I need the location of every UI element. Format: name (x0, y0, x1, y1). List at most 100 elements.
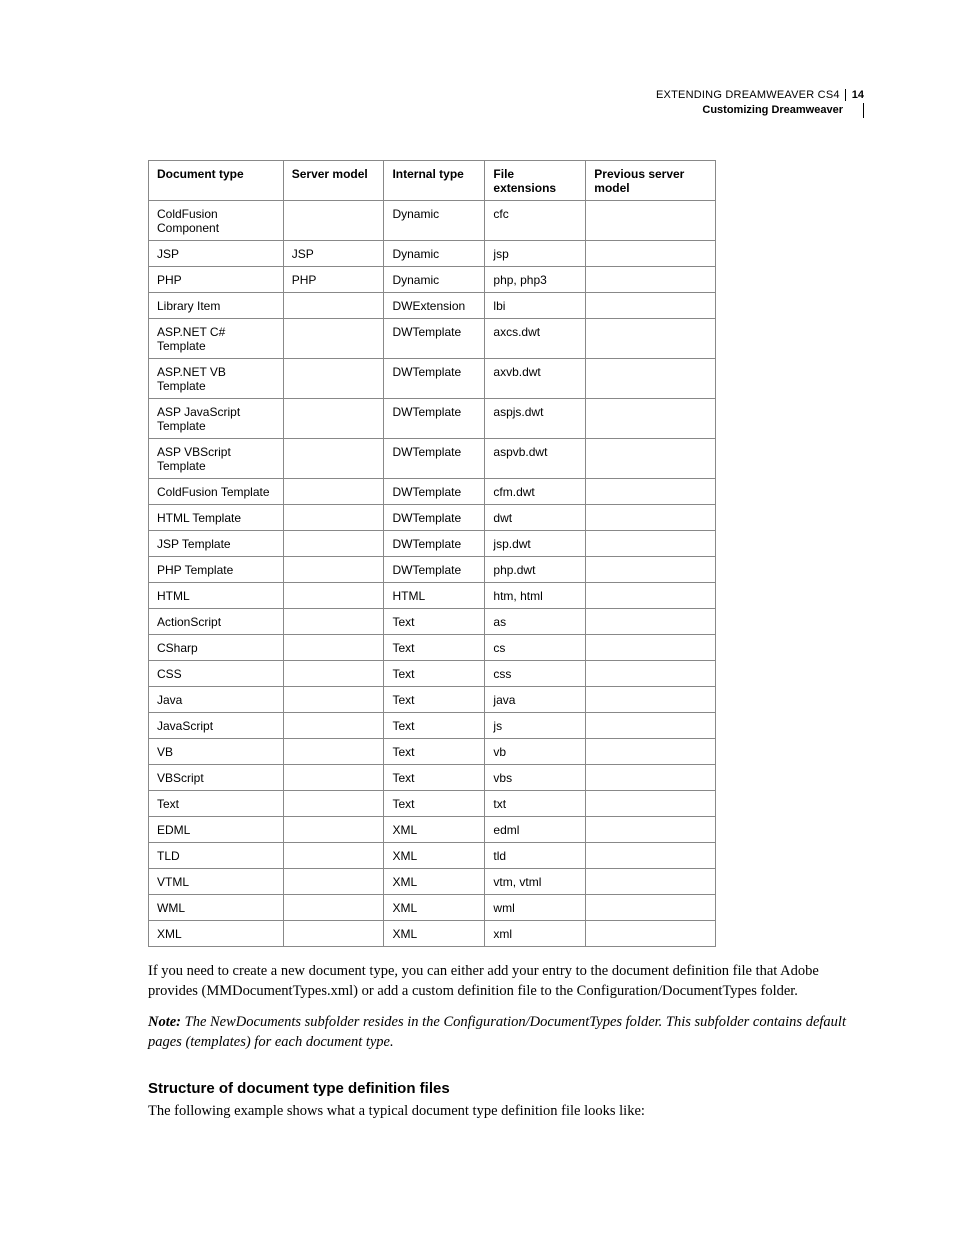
table-cell (283, 869, 384, 895)
table-cell: HTML (149, 583, 284, 609)
col-header: Previous server model (586, 161, 716, 201)
table-cell (283, 921, 384, 947)
table-cell: xml (485, 921, 586, 947)
table-row: VBTextvb (149, 739, 716, 765)
table-cell (283, 739, 384, 765)
table-cell (283, 687, 384, 713)
table-cell: DWTemplate (384, 557, 485, 583)
col-header: Internal type (384, 161, 485, 201)
table-row: WML XMLwml (149, 895, 716, 921)
table-cell (283, 293, 384, 319)
table-row: PHPPHPDynamicphp, php3 (149, 267, 716, 293)
table-cell: JSP (149, 241, 284, 267)
table-cell: DWTemplate (384, 359, 485, 399)
table-cell: js (485, 713, 586, 739)
col-header: Document type (149, 161, 284, 201)
table-cell: XML (384, 843, 485, 869)
table-row: ASP.NET C# TemplateDWTemplateaxcs.dwt (149, 319, 716, 359)
table-cell (283, 359, 384, 399)
table-cell (283, 661, 384, 687)
table-cell: XML (384, 895, 485, 921)
paragraph: If you need to create a new document typ… (148, 961, 864, 1002)
table-row: CSharpTextcs (149, 635, 716, 661)
table-cell: jsp.dwt (485, 531, 586, 557)
table-cell (586, 557, 716, 583)
table-cell (283, 791, 384, 817)
table-cell: htm, html (485, 583, 586, 609)
table-cell: DWTemplate (384, 505, 485, 531)
table-cell (283, 817, 384, 843)
document-types-table: Document type Server model Internal type… (148, 160, 716, 947)
table-cell: HTML (384, 583, 485, 609)
table-row: JavaTextjava (149, 687, 716, 713)
table-cell: DWTemplate (384, 479, 485, 505)
table-cell: aspvb.dwt (485, 439, 586, 479)
table-cell: Java (149, 687, 284, 713)
table-row: ASP JavaScript TemplateDWTemplateaspjs.d… (149, 399, 716, 439)
table-cell (586, 817, 716, 843)
table-cell: VB (149, 739, 284, 765)
table-cell: CSharp (149, 635, 284, 661)
table-cell: wml (485, 895, 586, 921)
table-cell: Library Item (149, 293, 284, 319)
page-number: 14 (845, 89, 864, 101)
paragraph: The following example shows what a typic… (148, 1101, 864, 1121)
table-cell: vbs (485, 765, 586, 791)
table-cell (586, 739, 716, 765)
table-cell (586, 609, 716, 635)
table-row: TextTexttxt (149, 791, 716, 817)
table-cell: DWTemplate (384, 319, 485, 359)
table-cell: php, php3 (485, 267, 586, 293)
table-cell (283, 635, 384, 661)
table-cell: Text (384, 791, 485, 817)
table-cell (586, 765, 716, 791)
table-cell (283, 505, 384, 531)
table-cell (283, 713, 384, 739)
table-cell: VBScript (149, 765, 284, 791)
table-cell: EDML (149, 817, 284, 843)
table-row: VTMLXMLvtm, vtml (149, 869, 716, 895)
table-cell: JSP (283, 241, 384, 267)
table-cell (586, 241, 716, 267)
page: EXTENDING DREAMWEAVER CS414 Customizing … (0, 0, 954, 1235)
table-header-row: Document type Server model Internal type… (149, 161, 716, 201)
table-cell (283, 609, 384, 635)
table-cell (586, 869, 716, 895)
table-cell (283, 843, 384, 869)
table-row: PHP TemplateDWTemplatephp.dwt (149, 557, 716, 583)
table-row: EDMLXMLedml (149, 817, 716, 843)
table-cell: PHP (283, 267, 384, 293)
table-cell: DWTemplate (384, 439, 485, 479)
table-cell: vb (485, 739, 586, 765)
table-cell: DWTemplate (384, 531, 485, 557)
table-cell: jsp (485, 241, 586, 267)
note-paragraph: Note: The NewDocuments subfolder resides… (148, 1012, 864, 1053)
section-heading: Structure of document type definition fi… (148, 1080, 864, 1097)
table-cell: lbi (485, 293, 586, 319)
table-cell (586, 399, 716, 439)
table-cell: as (485, 609, 586, 635)
table-cell: JSP Template (149, 531, 284, 557)
table-cell (586, 895, 716, 921)
table-cell: Text (384, 609, 485, 635)
table-cell (283, 201, 384, 241)
table-cell: XML (384, 869, 485, 895)
col-header: Server model (283, 161, 384, 201)
table-cell: dwt (485, 505, 586, 531)
table-cell: XML (384, 921, 485, 947)
table-cell (586, 201, 716, 241)
table-cell (283, 765, 384, 791)
header-title: EXTENDING DREAMWEAVER CS4 (656, 89, 840, 101)
table-row: ColdFusion TemplateDWTemplatecfm.dwt (149, 479, 716, 505)
table-cell (283, 557, 384, 583)
table-cell: TLD (149, 843, 284, 869)
table-row: ActionScript Textas (149, 609, 716, 635)
table-cell: ColdFusion Component (149, 201, 284, 241)
table-cell: WML (149, 895, 284, 921)
table-row: XMLXMLxml (149, 921, 716, 947)
table-cell: ActionScript (149, 609, 284, 635)
table-cell: php.dwt (485, 557, 586, 583)
table-row: HTML TemplateDWTemplatedwt (149, 505, 716, 531)
table-row: JavaScriptTextjs (149, 713, 716, 739)
table-cell (586, 921, 716, 947)
